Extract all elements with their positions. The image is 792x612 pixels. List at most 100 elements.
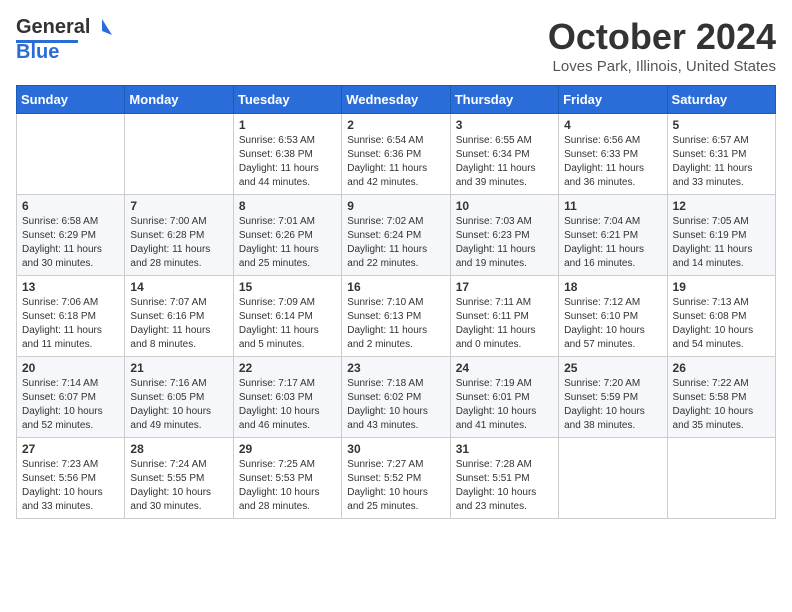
calendar-cell: 25 Sunrise: 7:20 AM Sunset: 5:59 PM Dayli…: [559, 357, 667, 438]
page-header: General Blue October 2024 Loves Park, Il…: [16, 16, 776, 75]
logo-blue-text: Blue: [16, 41, 59, 64]
calendar-cell: 10 Sunrise: 7:03 AM Sunset: 6:23 PM Dayli…: [450, 195, 558, 276]
day-info: Sunrise: 7:07 AM Sunset: 6:16 PM Dayligh…: [130, 296, 227, 352]
day-number: 24: [456, 361, 553, 375]
day-info: Sunrise: 6:54 AM Sunset: 6:36 PM Dayligh…: [347, 134, 444, 190]
calendar-cell: 1Sunrise: 6:53 AM Sunset: 6:38 PM Daylig…: [233, 114, 341, 195]
weekday-saturday: Saturday: [667, 86, 775, 114]
logo: General Blue: [16, 16, 114, 64]
calendar-cell: 9Sunrise: 7:02 AM Sunset: 6:24 PM Daylig…: [342, 195, 450, 276]
day-number: 3: [456, 118, 553, 132]
week-row-1: 1Sunrise: 6:53 AM Sunset: 6:38 PM Daylig…: [17, 114, 776, 195]
calendar-cell: 7 Sunrise: 7:00 AM Sunset: 6:28 PM Daylig…: [125, 195, 233, 276]
weekday-sunday: Sunday: [17, 86, 125, 114]
week-row-5: 27 Sunrise: 7:23 AM Sunset: 5:56 PM Dayli…: [17, 438, 776, 519]
day-number: 18: [564, 280, 661, 294]
calendar-cell: 31 Sunrise: 7:28 AM Sunset: 5:51 PM Dayli…: [450, 438, 558, 519]
day-number: 16: [347, 280, 444, 294]
calendar-cell: [17, 114, 125, 195]
day-info: Sunrise: 6:58 AM Sunset: 6:29 PM Dayligh…: [22, 215, 119, 271]
day-info: Sunrise: 7:11 AM Sunset: 6:11 PM Dayligh…: [456, 296, 553, 352]
day-number: 6: [22, 199, 119, 213]
calendar-cell: 17 Sunrise: 7:11 AM Sunset: 6:11 PM Dayli…: [450, 276, 558, 357]
day-number: 4: [564, 118, 661, 132]
day-number: 25: [564, 361, 661, 375]
day-info: Sunrise: 7:02 AM Sunset: 6:24 PM Dayligh…: [347, 215, 444, 271]
logo-general-text: General: [16, 16, 90, 39]
day-info: Sunrise: 7:25 AM Sunset: 5:53 PM Dayligh…: [239, 458, 336, 514]
calendar-cell: 18 Sunrise: 7:12 AM Sunset: 6:10 PM Dayli…: [559, 276, 667, 357]
day-number: 23: [347, 361, 444, 375]
day-info: Sunrise: 7:03 AM Sunset: 6:23 PM Dayligh…: [456, 215, 553, 271]
day-info: Sunrise: 7:20 AM Sunset: 5:59 PM Dayligh…: [564, 377, 661, 433]
day-number: 14: [130, 280, 227, 294]
calendar-table: SundayMondayTuesdayWednesdayThursdayFrid…: [16, 85, 776, 519]
calendar-cell: 28Sunrise: 7:24 AM Sunset: 5:55 PM Dayli…: [125, 438, 233, 519]
day-info: Sunrise: 7:19 AM Sunset: 6:01 PM Dayligh…: [456, 377, 553, 433]
logo-icon: [92, 17, 114, 39]
calendar-cell: [667, 438, 775, 519]
calendar-cell: 26Sunrise: 7:22 AM Sunset: 5:58 PM Dayli…: [667, 357, 775, 438]
day-number: 12: [673, 199, 770, 213]
day-number: 11: [564, 199, 661, 213]
day-number: 5: [673, 118, 770, 132]
calendar-cell: 30 Sunrise: 7:27 AM Sunset: 5:52 PM Dayli…: [342, 438, 450, 519]
calendar-cell: 29Sunrise: 7:25 AM Sunset: 5:53 PM Dayli…: [233, 438, 341, 519]
day-number: 20: [22, 361, 119, 375]
calendar-cell: 21Sunrise: 7:16 AM Sunset: 6:05 PM Dayli…: [125, 357, 233, 438]
day-info: Sunrise: 7:17 AM Sunset: 6:03 PM Dayligh…: [239, 377, 336, 433]
day-number: 8: [239, 199, 336, 213]
day-info: Sunrise: 6:56 AM Sunset: 6:33 PM Dayligh…: [564, 134, 661, 190]
day-number: 30: [347, 442, 444, 456]
day-info: Sunrise: 7:04 AM Sunset: 6:21 PM Dayligh…: [564, 215, 661, 271]
calendar-cell: 24 Sunrise: 7:19 AM Sunset: 6:01 PM Dayli…: [450, 357, 558, 438]
day-info: Sunrise: 7:22 AM Sunset: 5:58 PM Dayligh…: [673, 377, 770, 433]
title-area: October 2024 Loves Park, Illinois, Unite…: [548, 16, 776, 75]
weekday-monday: Monday: [125, 86, 233, 114]
day-number: 13: [22, 280, 119, 294]
week-row-2: 6 Sunrise: 6:58 AM Sunset: 6:29 PM Daylig…: [17, 195, 776, 276]
day-info: Sunrise: 6:57 AM Sunset: 6:31 PM Dayligh…: [673, 134, 770, 190]
day-info: Sunrise: 7:27 AM Sunset: 5:52 PM Dayligh…: [347, 458, 444, 514]
day-number: 2: [347, 118, 444, 132]
day-info: Sunrise: 7:12 AM Sunset: 6:10 PM Dayligh…: [564, 296, 661, 352]
calendar-cell: 11 Sunrise: 7:04 AM Sunset: 6:21 PM Dayli…: [559, 195, 667, 276]
weekday-thursday: Thursday: [450, 86, 558, 114]
day-info: Sunrise: 7:28 AM Sunset: 5:51 PM Dayligh…: [456, 458, 553, 514]
day-number: 15: [239, 280, 336, 294]
day-number: 7: [130, 199, 227, 213]
calendar-cell: 5 Sunrise: 6:57 AM Sunset: 6:31 PM Daylig…: [667, 114, 775, 195]
day-number: 19: [673, 280, 770, 294]
week-row-3: 13 Sunrise: 7:06 AM Sunset: 6:18 PM Dayli…: [17, 276, 776, 357]
weekday-tuesday: Tuesday: [233, 86, 341, 114]
location: Loves Park, Illinois, United States: [548, 58, 776, 75]
day-number: 21: [130, 361, 227, 375]
day-info: Sunrise: 6:55 AM Sunset: 6:34 PM Dayligh…: [456, 134, 553, 190]
calendar-cell: 23Sunrise: 7:18 AM Sunset: 6:02 PM Dayli…: [342, 357, 450, 438]
calendar-cell: 14 Sunrise: 7:07 AM Sunset: 6:16 PM Dayli…: [125, 276, 233, 357]
weekday-friday: Friday: [559, 86, 667, 114]
calendar-cell: 2 Sunrise: 6:54 AM Sunset: 6:36 PM Daylig…: [342, 114, 450, 195]
calendar-cell: 15 Sunrise: 7:09 AM Sunset: 6:14 PM Dayli…: [233, 276, 341, 357]
day-info: Sunrise: 7:00 AM Sunset: 6:28 PM Dayligh…: [130, 215, 227, 271]
day-info: Sunrise: 7:10 AM Sunset: 6:13 PM Dayligh…: [347, 296, 444, 352]
calendar-cell: 27 Sunrise: 7:23 AM Sunset: 5:56 PM Dayli…: [17, 438, 125, 519]
calendar-cell: 19Sunrise: 7:13 AM Sunset: 6:08 PM Dayli…: [667, 276, 775, 357]
day-info: Sunrise: 7:09 AM Sunset: 6:14 PM Dayligh…: [239, 296, 336, 352]
day-number: 27: [22, 442, 119, 456]
calendar-cell: 16 Sunrise: 7:10 AM Sunset: 6:13 PM Dayli…: [342, 276, 450, 357]
day-number: 31: [456, 442, 553, 456]
day-info: Sunrise: 7:23 AM Sunset: 5:56 PM Dayligh…: [22, 458, 119, 514]
calendar-cell: 20Sunrise: 7:14 AM Sunset: 6:07 PM Dayli…: [17, 357, 125, 438]
calendar-cell: 13 Sunrise: 7:06 AM Sunset: 6:18 PM Dayli…: [17, 276, 125, 357]
weekday-header-row: SundayMondayTuesdayWednesdayThursdayFrid…: [17, 86, 776, 114]
day-info: Sunrise: 6:53 AM Sunset: 6:38 PM Dayligh…: [239, 134, 336, 190]
day-number: 17: [456, 280, 553, 294]
calendar-cell: [559, 438, 667, 519]
day-number: 10: [456, 199, 553, 213]
day-number: 28: [130, 442, 227, 456]
calendar-cell: 8Sunrise: 7:01 AM Sunset: 6:26 PM Daylig…: [233, 195, 341, 276]
calendar-cell: 22 Sunrise: 7:17 AM Sunset: 6:03 PM Dayli…: [233, 357, 341, 438]
day-info: Sunrise: 7:06 AM Sunset: 6:18 PM Dayligh…: [22, 296, 119, 352]
day-number: 22: [239, 361, 336, 375]
